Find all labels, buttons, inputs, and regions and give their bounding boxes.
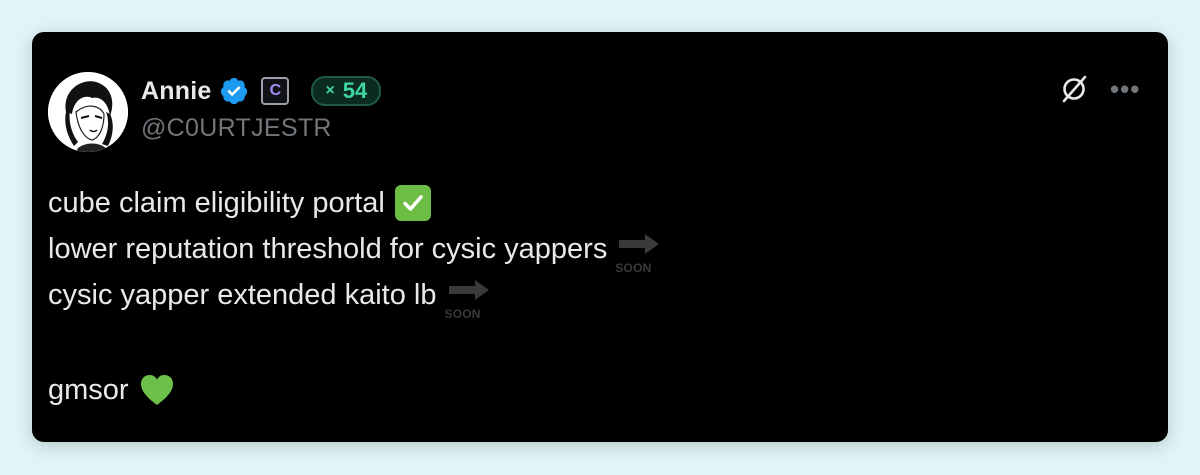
- post-line-2-text: lower reputation threshold for cysic yap…: [48, 232, 608, 265]
- more-options-button[interactable]: •••: [1110, 76, 1140, 102]
- post-line-4-text: gmsor: [48, 373, 129, 406]
- score-badge[interactable]: × 54: [311, 76, 382, 106]
- post-line-3: cysic yapper extended kaito lb SOON: [48, 275, 493, 321]
- soon-label: SOON: [444, 307, 481, 321]
- soon-arrow-icon: SOON: [615, 231, 663, 275]
- avatar[interactable]: [48, 72, 128, 152]
- author-name[interactable]: Annie: [141, 77, 211, 106]
- score-value: 54: [342, 78, 368, 103]
- post-line-1: cube claim eligibility portal: [48, 183, 431, 223]
- grok-icon[interactable]: [1058, 73, 1090, 105]
- author-name-row: Annie C × 54: [141, 74, 382, 108]
- post-line-3-text: cysic yapper extended kaito lb: [48, 278, 437, 311]
- post-line-4: gmsor: [48, 370, 175, 410]
- green-heart-icon: [140, 375, 173, 405]
- soon-label: SOON: [615, 261, 652, 275]
- affiliate-badge-letter: C: [269, 82, 282, 99]
- check-mark-button-icon: [394, 185, 431, 221]
- manga-portrait-avatar-icon: [48, 72, 128, 152]
- affiliate-badge[interactable]: C: [261, 77, 290, 105]
- soon-arrow-icon: SOON: [445, 277, 493, 321]
- verified-badge-icon[interactable]: [219, 76, 249, 106]
- score-prefix: ×: [325, 82, 335, 99]
- author-handle[interactable]: @C0URTJESTR: [141, 114, 332, 143]
- post-line-1-text: cube claim eligibility portal: [48, 186, 385, 219]
- post-line-2: lower reputation threshold for cysic yap…: [48, 229, 663, 275]
